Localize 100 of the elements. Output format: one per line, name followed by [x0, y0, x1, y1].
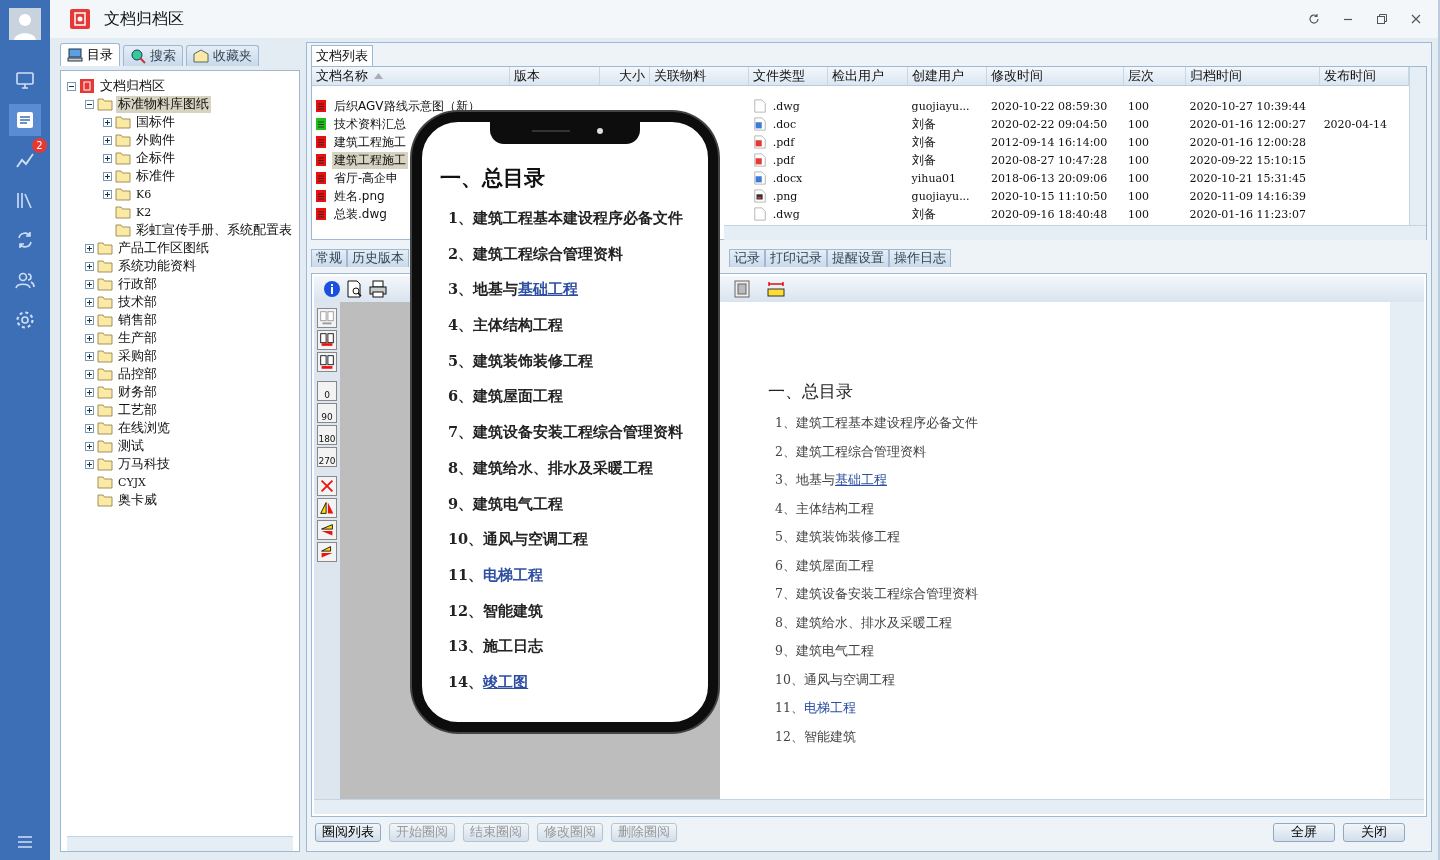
page-frame-icon[interactable] — [732, 279, 752, 299]
action-button[interactable]: 圈阅列表 — [315, 822, 381, 842]
tree-item[interactable]: CYJX — [116, 475, 148, 489]
page-order-icon[interactable] — [317, 330, 337, 350]
monitor-icon[interactable] — [15, 70, 35, 90]
tree-item[interactable]: 系统功能资料 — [116, 257, 198, 275]
detail-tab[interactable]: 打印记录 — [765, 249, 827, 267]
tree-item[interactable]: 企标件 — [134, 149, 177, 167]
books-icon[interactable] — [15, 190, 35, 210]
collapse-icon[interactable] — [85, 99, 94, 109]
restore-icon[interactable] — [1376, 13, 1388, 25]
list-tab[interactable]: 文档列表 — [311, 45, 373, 66]
expand-icon[interactable] — [103, 171, 112, 181]
horizontal-scrollbar[interactable] — [314, 799, 1424, 814]
tree-item[interactable]: 彩虹宣传手册、系统配置表 — [134, 221, 294, 239]
column-header[interactable]: 文件类型 — [748, 67, 829, 85]
file-name[interactable]: 建筑工程施工 — [332, 133, 408, 151]
cross-icon[interactable] — [317, 476, 337, 496]
file-name[interactable]: 省厅-高企申 — [332, 169, 401, 187]
tree-item[interactable]: 万马科技 — [116, 455, 172, 473]
expand-icon[interactable] — [85, 459, 94, 469]
print-icon[interactable] — [368, 279, 388, 299]
tree-item[interactable]: 财务部 — [116, 383, 159, 401]
page-order-icon[interactable] — [317, 352, 337, 372]
ruler-icon[interactable] — [766, 279, 786, 299]
expand-icon[interactable] — [85, 297, 94, 307]
rotate-button[interactable]: 270 — [317, 447, 337, 467]
tree-item[interactable]: K2 — [134, 205, 154, 219]
expand-icon[interactable] — [103, 153, 112, 163]
tree-item[interactable]: 在线浏览 — [116, 419, 172, 437]
expand-icon[interactable] — [85, 441, 94, 451]
tree-item[interactable]: 生产部 — [116, 329, 159, 347]
menu-icon[interactable] — [18, 836, 32, 848]
tree-item[interactable]: 标准件 — [134, 167, 177, 185]
expand-icon[interactable] — [85, 369, 94, 379]
column-header[interactable]: 检出用户 — [828, 67, 908, 85]
expand-icon[interactable] — [85, 261, 94, 271]
tree-item[interactable]: 国标件 — [134, 113, 177, 131]
tree-item[interactable]: 标准物料库图纸 — [116, 95, 211, 113]
vertical-scrollbar[interactable] — [1390, 302, 1424, 799]
toc-link[interactable]: 电梯工程 — [483, 565, 544, 583]
column-header[interactable]: 创建用户 — [907, 67, 988, 85]
file-name[interactable]: 技术资料汇总 — [332, 115, 408, 133]
column-header[interactable]: 文档名称 — [312, 67, 511, 85]
tree-item[interactable]: 采购部 — [116, 347, 159, 365]
horizontal-scrollbar[interactable] — [724, 225, 1426, 240]
detail-tab[interactable]: 历史版本 — [347, 249, 409, 267]
rotate-button[interactable]: 0 — [317, 381, 337, 401]
flip-vertical-icon[interactable] — [317, 542, 337, 562]
tree-item[interactable]: 品控部 — [116, 365, 159, 383]
panel-tab[interactable]: 目录 — [60, 43, 120, 66]
action-button[interactable]: 关闭 — [1343, 822, 1405, 842]
users-icon[interactable] — [15, 270, 35, 290]
file-name[interactable]: 姓名.png — [332, 187, 387, 205]
exchange-icon[interactable] — [15, 230, 35, 250]
expand-icon[interactable] — [85, 243, 94, 253]
detail-tab[interactable]: 常规 — [311, 249, 347, 267]
column-header[interactable]: 大小 — [599, 67, 650, 85]
file-name[interactable]: 建筑工程施工 — [332, 151, 408, 169]
detail-tab[interactable]: 记录 — [729, 249, 765, 267]
flip-vertical-icon[interactable] — [317, 520, 337, 540]
expand-icon[interactable] — [85, 387, 94, 397]
column-header[interactable]: 层次 — [1124, 67, 1186, 85]
tree-item[interactable]: 技术部 — [116, 293, 159, 311]
column-header[interactable]: 归档时间 — [1185, 67, 1320, 85]
column-header[interactable]: 关联物料 — [649, 67, 749, 85]
expand-icon[interactable] — [85, 405, 94, 415]
expand-icon[interactable] — [85, 423, 94, 433]
tree-item[interactable]: K6 — [134, 187, 154, 201]
toc-link[interactable]: 基础工程 — [834, 472, 887, 487]
detail-tab[interactable]: 操作日志 — [889, 249, 951, 267]
detail-tab[interactable]: 提醒设置 — [827, 249, 889, 267]
tree-item[interactable]: 工艺部 — [116, 401, 159, 419]
tree-item[interactable]: 外购件 — [134, 131, 177, 149]
rotate-button[interactable]: 90 — [317, 403, 337, 423]
toc-link[interactable]: 电梯工程 — [803, 700, 856, 715]
action-button[interactable]: 全屏 — [1273, 822, 1335, 842]
flip-horizontal-icon[interactable] — [317, 498, 337, 518]
panel-tab[interactable]: 搜索 — [123, 45, 183, 66]
collapse-icon[interactable] — [67, 81, 76, 91]
column-header[interactable]: 修改时间 — [987, 67, 1125, 85]
tree-item[interactable]: 产品工作区图纸 — [116, 239, 211, 257]
settings-icon[interactable] — [15, 310, 35, 330]
tree-item[interactable]: 文档归档区 — [98, 77, 167, 95]
expand-icon[interactable] — [85, 315, 94, 325]
info-icon[interactable] — [322, 279, 342, 299]
vertical-scrollbar[interactable] — [1409, 67, 1426, 225]
tree-item[interactable]: 行政部 — [116, 275, 159, 293]
expand-icon[interactable] — [103, 189, 112, 199]
expand-icon[interactable] — [85, 351, 94, 361]
expand-icon[interactable] — [103, 117, 112, 127]
tree-item[interactable]: 销售部 — [116, 311, 159, 329]
refresh-icon[interactable] — [1308, 13, 1320, 25]
file-name[interactable]: 总装.dwg — [332, 205, 389, 223]
expand-icon[interactable] — [85, 279, 94, 289]
toc-link[interactable]: 基础工程 — [518, 280, 579, 298]
horizontal-scrollbar[interactable] — [67, 836, 293, 851]
rotate-button[interactable]: 180 — [317, 425, 337, 445]
expand-icon[interactable] — [103, 135, 112, 145]
toc-link[interactable]: 竣工图 — [483, 672, 529, 690]
